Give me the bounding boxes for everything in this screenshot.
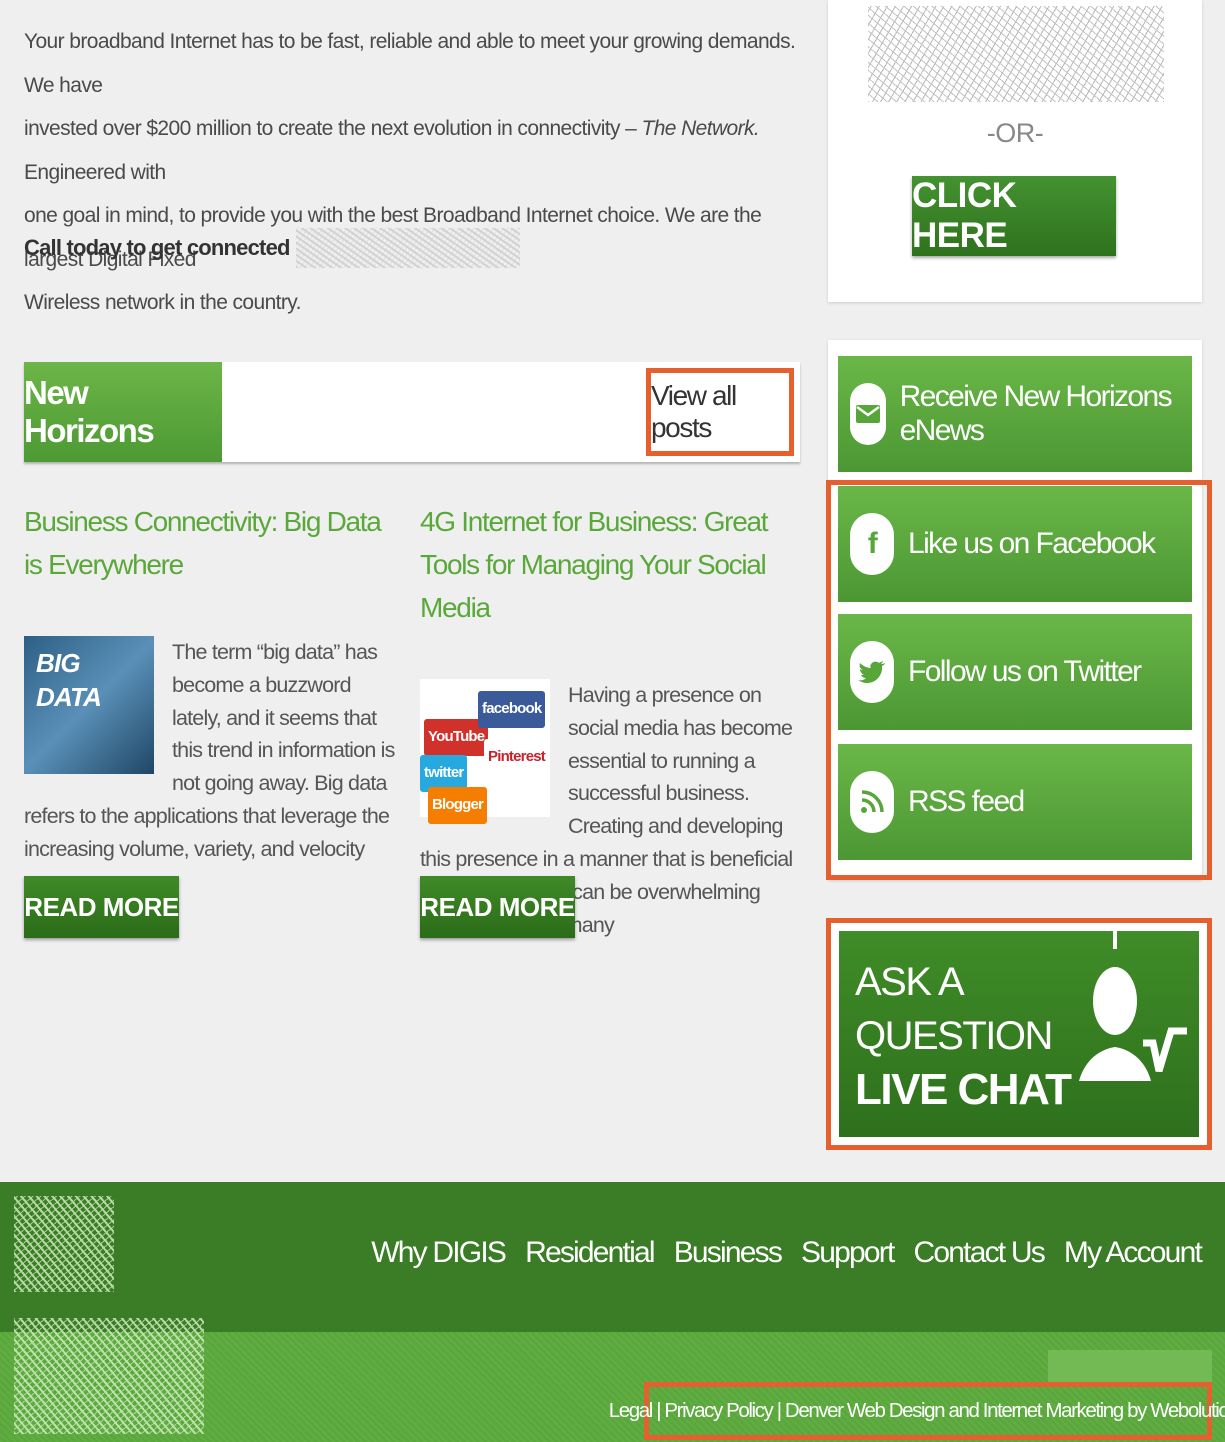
intro-line: Your broadband Internet has to be fast, … <box>24 30 796 97</box>
redacted-phone <box>295 228 520 268</box>
blog-header-bar: New Horizons View all posts <box>24 362 800 462</box>
intro-text: Engineered with <box>24 160 166 184</box>
blog-title: New Horizons <box>24 362 222 462</box>
thumbnail-text: BIG DATA <box>36 648 102 712</box>
or-separator: -OR- <box>986 118 1044 148</box>
footer-nav: Why DIGIS Residential Business Support C… <box>371 1236 1203 1270</box>
live-chat-label: LIVE CHAT <box>855 1065 1072 1114</box>
footer-nav-residential[interactable]: Residential <box>525 1236 655 1270</box>
network-emphasis: The Network. <box>641 117 760 140</box>
footer-nav-why-digis[interactable]: Why DIGIS <box>371 1236 507 1270</box>
envelope-icon <box>850 383 886 445</box>
intro-text: invested over $200 million to create the… <box>24 117 642 140</box>
footer-logo-wordmark[interactable] <box>14 1318 204 1434</box>
social-highlight-frame <box>826 480 1212 880</box>
footer-blank-patch <box>1048 1350 1212 1384</box>
footer-legal-links[interactable]: Legal | Privacy Policy | Denver Web Desi… <box>609 1382 1225 1440</box>
facebook-logo: facebook <box>478 691 546 728</box>
call-text: Call today to get connected <box>24 235 290 260</box>
redacted-image <box>868 6 1164 102</box>
blog-post: 4G Internet for Business: Great Tools fo… <box>420 500 800 937</box>
live-chat-highlight-frame: ASK A QUESTION LIVE CHAT <box>826 918 1212 1150</box>
live-chat-button[interactable]: ASK A QUESTION LIVE CHAT <box>839 931 1199 1137</box>
enews-button[interactable]: Receive New Horizons eNews <box>838 356 1192 472</box>
big-data-thumbnail[interactable]: BIG DATA <box>24 636 154 774</box>
post-title-link[interactable]: 4G Internet for Business: Great Tools fo… <box>420 500 800 629</box>
blog-post: Business Connectivity: Big Data is Every… <box>24 500 404 866</box>
footer-logo-icon[interactable] <box>14 1196 114 1292</box>
view-all-posts-link[interactable]: View all posts <box>646 368 794 456</box>
post-excerpt-block: BIG DATA The term “big data” has become … <box>24 636 404 866</box>
social-media-thumbnail[interactable]: YouTube facebook twitter Pinterest Blogg… <box>420 679 550 824</box>
blogger-logo: Blogger <box>428 787 488 824</box>
footer-nav-business[interactable]: Business <box>674 1236 783 1270</box>
pinterest-logo: Pinterest <box>484 739 549 776</box>
intro-paragraph: Your broadband Internet has to be fast, … <box>24 20 804 325</box>
footer-nav-contact-us[interactable]: Contact Us <box>914 1236 1046 1270</box>
footer-nav-support[interactable]: Support <box>801 1236 895 1270</box>
post-excerpt-block: YouTube facebook twitter Pinterest Blogg… <box>420 679 800 937</box>
chat-heading: ASK A QUESTION <box>855 955 1053 1063</box>
read-more-button[interactable]: READ MORE <box>24 876 179 938</box>
headset-person-icon <box>1079 931 1187 1081</box>
post-title-link[interactable]: Business Connectivity: Big Data is Every… <box>24 500 404 586</box>
call-to-action: Call today to get connected <box>24 228 520 268</box>
intro-line: invested over $200 million to create the… <box>24 107 804 194</box>
chat-line: QUESTION <box>855 1014 1053 1058</box>
intro-line: Wireless network in the country. <box>24 291 301 314</box>
enews-label: Receive New Horizons eNews <box>899 380 1173 447</box>
read-more-button[interactable]: READ MORE <box>420 876 575 938</box>
chat-line: ASK A <box>855 960 965 1004</box>
footer-nav-my-account[interactable]: My Account <box>1064 1236 1203 1270</box>
click-here-button[interactable]: CLICK HERE <box>912 176 1116 256</box>
sidebar-signup-box: -OR- CLICK HERE <box>828 0 1202 302</box>
